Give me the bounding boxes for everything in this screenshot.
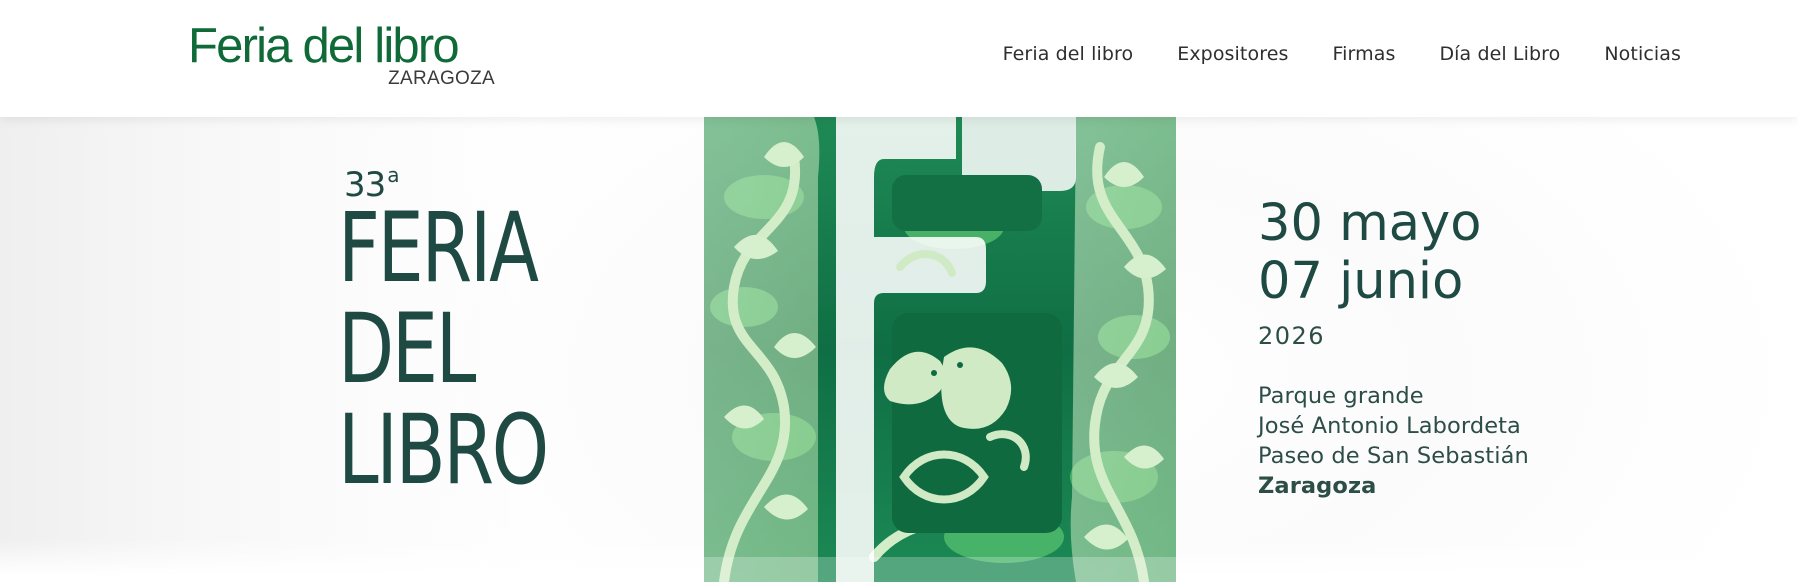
nav-link-expositores[interactable]: Expositores: [1177, 40, 1288, 68]
site-header: Feria del libro ZARAGOZA Feria del libro…: [0, 0, 1798, 117]
end-date: 07 junio: [1258, 252, 1464, 311]
venue-line: José Antonio Labordeta: [1258, 413, 1521, 439]
papercut-f-artwork-icon: [704, 117, 1176, 582]
start-date: 30 mayo: [1258, 194, 1482, 253]
logo-subtitle: ZARAGOZA: [388, 68, 495, 89]
event-details: 30 mayo 07 junio 2026 Parque grande José…: [1258, 195, 1529, 501]
edition-ordinal: a: [387, 163, 399, 187]
hero-title-line-2: DEL: [338, 293, 476, 405]
venue-city: Zaragoza: [1258, 473, 1377, 499]
nav-link-firmas[interactable]: Firmas: [1333, 40, 1396, 68]
event-year: 2026: [1258, 322, 1326, 350]
logo-title: Feria del libro: [188, 19, 460, 73]
venue-line: Parque grande: [1258, 383, 1424, 409]
venue-address: Parque grande José Antonio Labordeta Pas…: [1258, 381, 1529, 501]
venue-line: Paseo de San Sebastián: [1258, 443, 1529, 469]
nav-link-feria-del-libro[interactable]: Feria del libro: [1003, 40, 1134, 68]
site-logo[interactable]: Feria del libro ZARAGOZA: [188, 20, 498, 90]
main-nav: Feria del libro Expositores Firmas Día d…: [1003, 40, 1681, 68]
hero-title-line-1: FERIA: [338, 192, 539, 304]
hero-title-line-3: LIBRO: [338, 394, 549, 506]
hero-title: FERIA DEL LIBRO: [338, 192, 549, 506]
nav-link-dia-del-libro[interactable]: Día del Libro: [1439, 40, 1560, 68]
nav-link-noticias[interactable]: Noticias: [1604, 40, 1681, 68]
